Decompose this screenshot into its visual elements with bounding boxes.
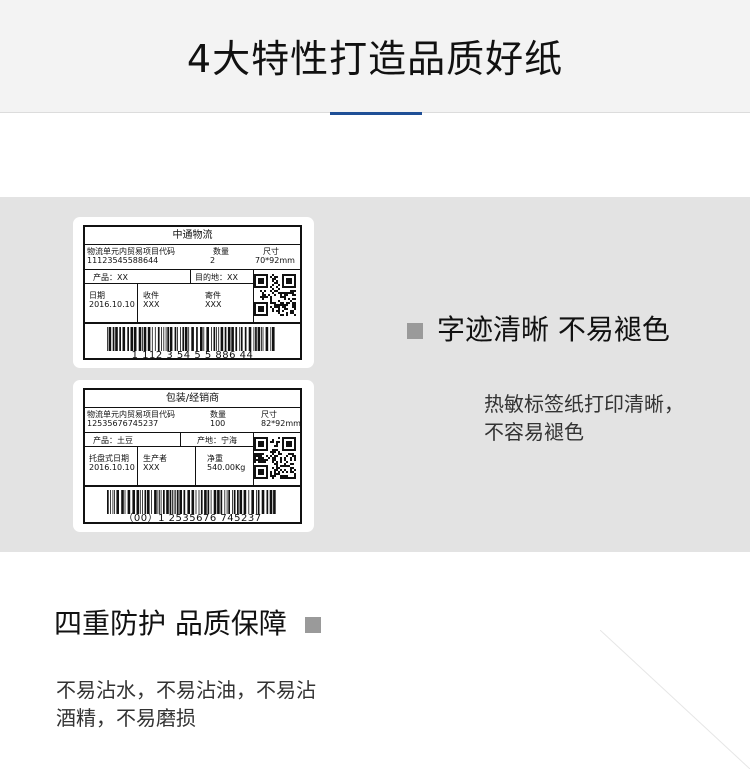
producer-label: 生产者 xyxy=(143,454,167,463)
date-value: 2016.10.10 xyxy=(89,300,135,309)
section-header: 4大特性打造品质好纸 xyxy=(0,0,750,113)
field-a: 产品：土豆 xyxy=(93,436,133,445)
code-label: 物流单元内贸易项目代码 xyxy=(87,247,175,256)
code-value: 11123545588644 xyxy=(87,256,159,265)
code-label: 物流单元内贸易项目代码 xyxy=(87,410,175,419)
qty-label: 数量 xyxy=(210,410,226,419)
decorative-diagonal-line xyxy=(600,630,750,769)
feature1-heading: 字迹清晰 不易褪色 xyxy=(407,313,670,347)
qty-label: 数量 xyxy=(213,247,229,256)
feature1-desc-line: 不容易褪色 xyxy=(484,420,584,444)
label-row-details: 产品：XX 目的地：XX 日期 2016.10.10 收件 XXX 寄件 XXX xyxy=(85,270,300,324)
barcode-area: （00）1 2535676 745237 xyxy=(85,487,300,527)
code-value: 12535676745237 xyxy=(87,419,159,428)
producer-value: XXX xyxy=(143,463,160,472)
sender-label: 寄件 xyxy=(205,291,221,300)
label-title: 包装/经销商 xyxy=(85,390,300,408)
feature2-heading: 四重防护 品质保障 xyxy=(54,607,321,641)
receiver-value: XXX xyxy=(143,300,160,309)
feature2-title: 四重防护 品质保障 xyxy=(54,607,287,640)
divider xyxy=(85,283,253,284)
divider xyxy=(137,284,138,322)
divider xyxy=(137,447,138,485)
label-row-details: 产品：土豆 产地：宁海 托盘式日期 2016.10.10 生产者 XXX 净重 … xyxy=(85,433,300,487)
date-label: 托盘式日期 xyxy=(89,454,129,463)
date-label: 日期 xyxy=(89,291,105,300)
receiver-label: 收件 xyxy=(143,291,159,300)
feature1-desc-line: 热敏标签纸打印清晰， xyxy=(484,392,684,416)
barcode-number: （00）1 2535676 745237 xyxy=(123,513,262,524)
divider xyxy=(180,433,181,446)
feature2-desc-line: 不易沾水，不易沾油，不易沾 xyxy=(56,678,316,702)
label-card-1: 中通物流 物流单元内贸易项目代码 11123545588644 数量 2 尺寸 … xyxy=(73,217,314,368)
divider xyxy=(195,447,196,485)
qr-code-icon xyxy=(254,274,296,316)
feature1-description: 热敏标签纸打印清晰， 不容易褪色 xyxy=(484,390,684,446)
barcode-area: 1 112 3 54 5 5 886 44 xyxy=(85,324,300,364)
label-card-2: 包装/经销商 物流单元内贸易项目代码 12535676745237 数量 100… xyxy=(73,380,314,532)
shipping-label-2: 包装/经销商 物流单元内贸易项目代码 12535676745237 数量 100… xyxy=(83,388,302,524)
page-title: 4大特性打造品质好纸 xyxy=(186,37,564,81)
label-row-code: 物流单元内贸易项目代码 11123545588644 数量 2 尺寸 70*92… xyxy=(85,245,300,270)
shipping-label-1: 中通物流 物流单元内贸易项目代码 11123545588644 数量 2 尺寸 … xyxy=(83,225,302,361)
label-row-code: 物流单元内贸易项目代码 12535676745237 数量 100 尺寸 82*… xyxy=(85,408,301,433)
divider xyxy=(190,270,191,283)
date-value: 2016.10.10 xyxy=(89,463,135,472)
field-b: 产地：宁海 xyxy=(197,436,237,445)
size-value: 70*92mm xyxy=(255,256,295,265)
field-a: 产品：XX xyxy=(93,273,128,282)
size-value: 82*92mm xyxy=(261,419,301,428)
field-b: 目的地：XX xyxy=(195,273,238,282)
bullet-square-icon xyxy=(304,617,321,633)
qr-code-icon xyxy=(254,437,296,479)
weight-value: 540.00Kg xyxy=(207,463,246,472)
weight-label: 净重 xyxy=(207,454,223,463)
size-label: 尺寸 xyxy=(263,247,279,256)
qty-value: 100 xyxy=(210,419,226,428)
divider xyxy=(85,446,253,447)
label-title: 中通物流 xyxy=(85,227,300,245)
size-label: 尺寸 xyxy=(261,410,277,419)
barcode-number: 1 112 3 54 5 5 886 44 xyxy=(131,350,254,361)
feature2-description: 不易沾水，不易沾油，不易沾 酒精，不易磨损 xyxy=(56,676,316,732)
qty-value: 2 xyxy=(210,256,216,265)
bullet-square-icon xyxy=(407,323,423,339)
barcode-icon xyxy=(107,490,276,514)
title-underline-accent xyxy=(330,112,422,115)
barcode-icon xyxy=(107,327,275,351)
sender-value: XXX xyxy=(205,300,222,309)
feature2-desc-line: 酒精，不易磨损 xyxy=(56,706,196,730)
feature1-title: 字迹清晰 不易褪色 xyxy=(437,313,670,346)
